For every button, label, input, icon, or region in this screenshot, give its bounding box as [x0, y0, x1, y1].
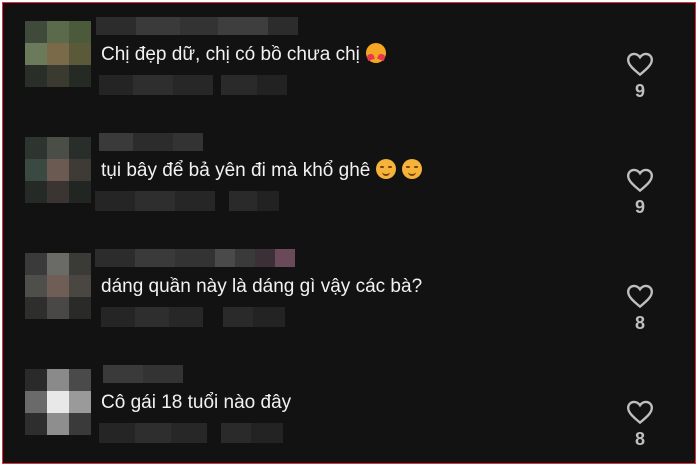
comment-item: Chị đẹp dữ, chị có bồ chưa chị 9: [3, 3, 695, 119]
comment-item: tụi bây để bả yên đi mà khổ ghê 9: [3, 119, 695, 235]
avatar[interactable]: [25, 21, 91, 87]
heart-outline-icon[interactable]: [625, 51, 655, 77]
smiling-face-with-hearts-icon: [365, 43, 386, 63]
username[interactable]: [96, 17, 298, 35]
comment-meta: [99, 423, 283, 443]
username[interactable]: [99, 133, 203, 151]
comment-meta: [101, 307, 285, 327]
comment-text: tụi bây để bả yên đi mà khổ ghê: [101, 159, 423, 183]
comment-meta: [95, 191, 279, 211]
comment-text: Cô gái 18 tuổi nào đây: [101, 392, 292, 413]
heart-outline-icon[interactable]: [625, 399, 655, 425]
like-count: 9: [634, 197, 645, 217]
like-count: 8: [634, 429, 645, 449]
username[interactable]: [103, 365, 183, 383]
comment-meta: [99, 75, 287, 95]
relieved-face-icon: [376, 159, 397, 179]
heart-outline-icon[interactable]: [625, 167, 655, 193]
comment-text: Chị đẹp dữ, chị có bồ chưa chị: [101, 43, 386, 67]
comment-text: dáng quần này là dáng gì vậy các bà?: [101, 276, 423, 297]
avatar[interactable]: [25, 369, 91, 435]
avatar[interactable]: [25, 253, 91, 319]
like-count: 9: [634, 81, 645, 101]
comment-item: Cô gái 18 tuổi nào đây 8: [3, 351, 695, 463]
comments-panel: Chị đẹp dữ, chị có bồ chưa chị 9 tụi bây…: [2, 2, 696, 464]
like-count: 8: [634, 313, 645, 333]
comment-item: dáng quần này là dáng gì vậy các bà? 8: [3, 235, 695, 351]
relieved-face-icon: [402, 159, 423, 179]
username[interactable]: [95, 249, 295, 267]
heart-outline-icon[interactable]: [625, 283, 655, 309]
avatar[interactable]: [25, 137, 91, 203]
